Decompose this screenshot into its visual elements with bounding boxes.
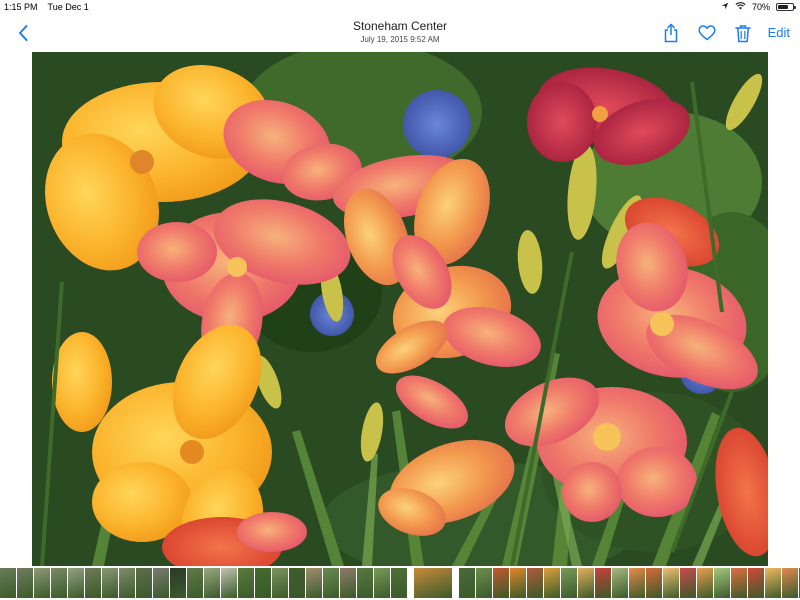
thumbnail[interactable]	[272, 568, 288, 598]
thumbnail[interactable]	[663, 568, 679, 598]
trash-icon	[734, 24, 751, 42]
thumbnail[interactable]	[0, 568, 16, 598]
thumbnail[interactable]	[459, 568, 475, 598]
thumbnail[interactable]	[476, 568, 492, 598]
battery-icon	[776, 3, 796, 11]
thumbnail[interactable]	[544, 568, 560, 598]
location-icon	[721, 0, 729, 14]
thumbnail[interactable]	[68, 568, 84, 598]
thumbnail[interactable]	[136, 568, 152, 598]
thumbnail[interactable]	[782, 568, 798, 598]
title-block: Stoneham Center July 19, 2015 9:52 AM	[250, 18, 550, 46]
thumbnail[interactable]	[595, 568, 611, 598]
back-button[interactable]	[12, 22, 34, 44]
thumbnail[interactable]	[221, 568, 237, 598]
thumbnail[interactable]	[527, 568, 543, 598]
thumbnail[interactable]	[289, 568, 305, 598]
photo-date: July 19, 2015 9:52 AM	[360, 35, 440, 44]
share-button[interactable]	[660, 22, 682, 44]
thumbnail[interactable]	[578, 568, 594, 598]
wifi-icon	[735, 0, 746, 14]
thumbnail-strip[interactable]	[0, 568, 800, 598]
thumbnail[interactable]	[187, 568, 203, 598]
thumbnail[interactable]	[714, 568, 730, 598]
thumbnail[interactable]	[680, 568, 696, 598]
thumbnail[interactable]	[731, 568, 747, 598]
thumbnail[interactable]	[646, 568, 662, 598]
thumbnail[interactable]	[102, 568, 118, 598]
main-photo[interactable]	[32, 52, 768, 566]
thumbnail[interactable]	[170, 568, 186, 598]
current-thumbnail[interactable]	[414, 568, 452, 598]
thumbnail[interactable]	[748, 568, 764, 598]
thumbnail[interactable]	[85, 568, 101, 598]
nav-bar: Stoneham Center July 19, 2015 9:52 AM Ed…	[0, 14, 800, 52]
thumbnail[interactable]	[629, 568, 645, 598]
thumbnail[interactable]	[697, 568, 713, 598]
thumbnail[interactable]	[374, 568, 390, 598]
thumbnail[interactable]	[204, 568, 220, 598]
thumbnail[interactable]	[17, 568, 33, 598]
thumbnail[interactable]	[561, 568, 577, 598]
thumbnail[interactable]	[357, 568, 373, 598]
favorite-button[interactable]	[696, 22, 718, 44]
delete-button[interactable]	[732, 22, 754, 44]
heart-icon	[698, 25, 716, 41]
thumbnail[interactable]	[510, 568, 526, 598]
thumbnail[interactable]	[119, 568, 135, 598]
status-time: 1:15 PM	[4, 2, 38, 12]
thumbnail[interactable]	[153, 568, 169, 598]
thumbnail[interactable]	[51, 568, 67, 598]
thumbnail[interactable]	[306, 568, 322, 598]
thumbnail[interactable]	[391, 568, 407, 598]
status-date: Tue Dec 1	[47, 2, 89, 12]
chevron-left-icon	[19, 25, 28, 41]
daylily-garden-photo	[32, 52, 768, 566]
thumbnail[interactable]	[34, 568, 50, 598]
thumbnail[interactable]	[340, 568, 356, 598]
thumbnail[interactable]	[493, 568, 509, 598]
thumbnail[interactable]	[238, 568, 254, 598]
status-bar: 1:15 PM Tue Dec 1 70%	[0, 0, 800, 14]
edit-button[interactable]: Edit	[768, 22, 790, 44]
share-icon	[664, 23, 677, 43]
thumbnail[interactable]	[612, 568, 628, 598]
thumbnail[interactable]	[323, 568, 339, 598]
thumbnail[interactable]	[255, 568, 271, 598]
battery-percent: 70%	[751, 2, 770, 12]
thumbnail[interactable]	[765, 568, 781, 598]
nav-actions: Edit	[660, 22, 790, 44]
photo-title: Stoneham Center	[352, 19, 448, 33]
